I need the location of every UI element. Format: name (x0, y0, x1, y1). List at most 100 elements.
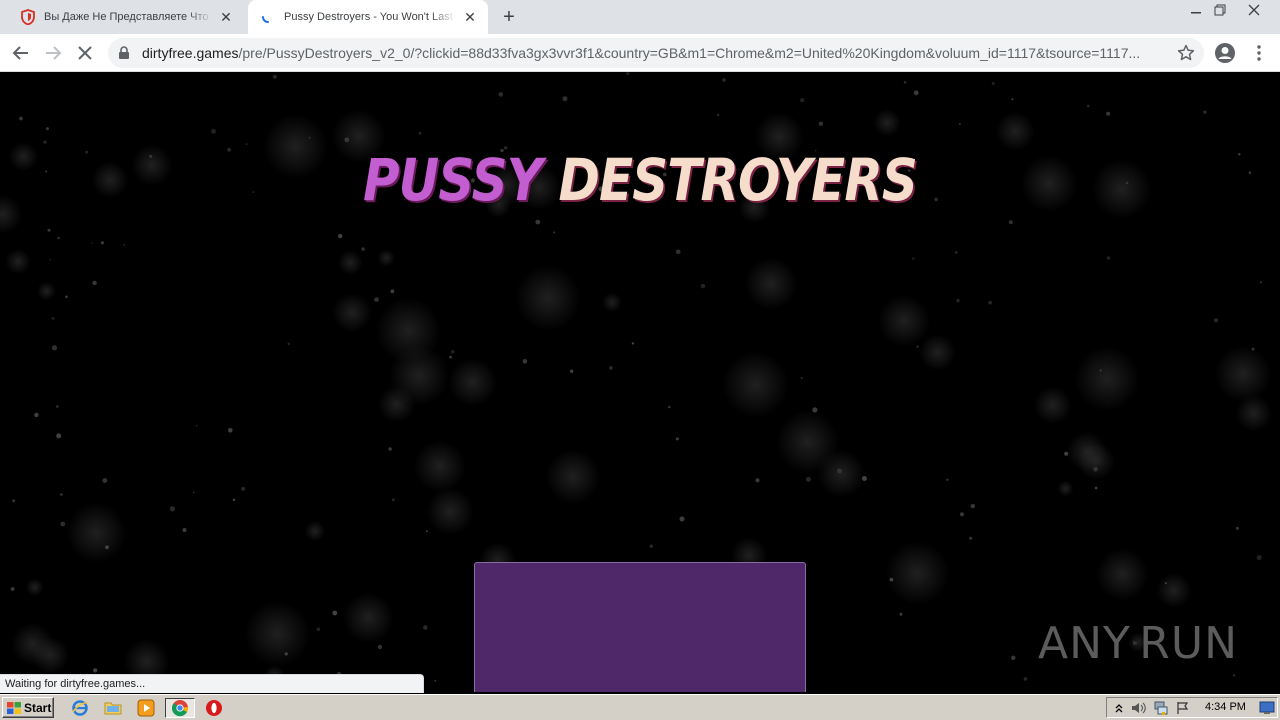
tab-close-icon[interactable]: ✕ (216, 7, 236, 27)
particle-dot (562, 96, 568, 102)
particle-dot (1099, 369, 1102, 372)
particle-dot (889, 577, 894, 582)
particle-dot (418, 131, 422, 135)
particle-dot (716, 113, 720, 117)
particle-dot (100, 241, 104, 245)
particle-blob (744, 257, 798, 310)
particle-dot (946, 478, 949, 481)
tab-active[interactable]: Pussy Destroyers - You Won't Last 3 Minu… (248, 0, 488, 34)
opera-icon[interactable] (204, 698, 224, 718)
menu-kebab-icon[interactable] (1246, 40, 1272, 66)
particle-dot (755, 478, 760, 483)
particle-dot (85, 150, 88, 154)
particle-dot (45, 170, 48, 173)
particle-dot (912, 257, 915, 260)
particle-dot (700, 283, 706, 289)
ie-icon[interactable] (70, 698, 90, 718)
shield-icon (20, 9, 36, 25)
url-path: /pre/PussyDestroyers_v2_0/?clickid=88d33… (238, 45, 1141, 61)
particle-blob (338, 250, 363, 275)
particle-dot (1214, 318, 1218, 323)
particle-dot (316, 627, 321, 632)
particle-dot (65, 295, 68, 299)
minimize-icon[interactable] (1184, 0, 1208, 20)
particle-blob (1057, 480, 1074, 497)
particle-dot (954, 251, 958, 254)
particle-dot (232, 498, 236, 502)
particle-blob (722, 351, 789, 419)
particle-dot (60, 521, 66, 527)
forward-icon[interactable] (40, 40, 66, 66)
particle-dot (272, 74, 277, 79)
particle-blob (11, 623, 54, 666)
tab-close-icon[interactable]: ✕ (460, 7, 480, 27)
folder-icon[interactable] (103, 698, 123, 718)
particle-blob (817, 449, 865, 498)
particle-dot (56, 433, 62, 439)
particle-dot (43, 140, 47, 144)
particle-blob (919, 334, 956, 371)
particle-blob (332, 293, 372, 333)
particle-dot (192, 491, 195, 494)
window-close-icon[interactable] (1242, 0, 1266, 20)
particle-dot (1011, 655, 1016, 660)
start-button[interactable]: Start (2, 697, 54, 718)
particle-dot (93, 668, 98, 673)
particle-blob (343, 592, 394, 644)
particle-dot (1251, 347, 1255, 351)
bookmark-star-icon[interactable] (1176, 43, 1196, 63)
restore-icon[interactable] (1208, 0, 1232, 20)
show-desktop-icon[interactable] (1259, 700, 1275, 716)
particle-dot (210, 128, 216, 134)
volume-icon[interactable] (1131, 700, 1147, 716)
particle-dot (12, 499, 16, 503)
show-hidden-icons-icon[interactable] (1111, 700, 1127, 716)
particle-blob (375, 298, 441, 363)
particle-dot (1164, 582, 1167, 585)
address-bar[interactable]: dirtyfree.games/pre/PussyDestroyers_v2_0… (108, 38, 1204, 68)
particle-dot (169, 506, 175, 512)
watermark-right: RUN (1139, 617, 1238, 669)
back-icon[interactable] (8, 40, 34, 66)
particle-dot (1023, 677, 1028, 681)
particle-blob (1074, 346, 1140, 412)
particle-dot (916, 345, 919, 348)
particle-blob (25, 578, 44, 597)
particle-dot (19, 116, 23, 121)
particle-blob (377, 249, 396, 267)
new-tab-button[interactable]: + (498, 6, 520, 28)
tab-inactive[interactable]: Вы Даже Не Представляете Что Мы ✕ (8, 0, 244, 34)
particle-dot (837, 468, 842, 474)
chrome-icon[interactable] (165, 698, 195, 718)
particle-blob (1077, 442, 1115, 480)
media-player-icon[interactable] (136, 698, 156, 718)
particle-dot (1238, 153, 1241, 156)
page-viewport: PUSSY DESTROYERS ANY RUN (0, 72, 1280, 692)
title-word-1: PUSSY (362, 146, 543, 214)
particle-dot (49, 258, 52, 261)
anyrun-watermark: ANY RUN (1038, 612, 1238, 674)
particle-dot (522, 359, 528, 364)
url-text[interactable]: dirtyfree.games/pre/PussyDestroyers_v2_0… (142, 45, 1162, 61)
stop-loading-icon[interactable] (72, 40, 98, 66)
particle-dot (449, 355, 452, 359)
particle-blob (515, 265, 581, 331)
particle-dot (1094, 486, 1098, 490)
particle-dot (391, 498, 395, 502)
particle-blob (1235, 395, 1272, 432)
particle-dot (434, 679, 437, 682)
particle-dot (631, 342, 635, 345)
particle-dot (423, 625, 428, 630)
content-panel[interactable] (474, 562, 806, 692)
profile-avatar-icon[interactable] (1212, 40, 1238, 66)
taskbar-clock[interactable]: 4:34 PM (1205, 701, 1246, 713)
particle-dot (679, 516, 685, 522)
network-icon[interactable] (1153, 700, 1169, 716)
particle-dot (535, 219, 541, 225)
particle-dot (361, 247, 365, 251)
particle-dot (374, 297, 379, 302)
particle-dot (970, 503, 975, 509)
action-center-flag-icon[interactable] (1175, 700, 1191, 716)
particle-dot (60, 493, 63, 496)
particle-dot (450, 350, 455, 354)
